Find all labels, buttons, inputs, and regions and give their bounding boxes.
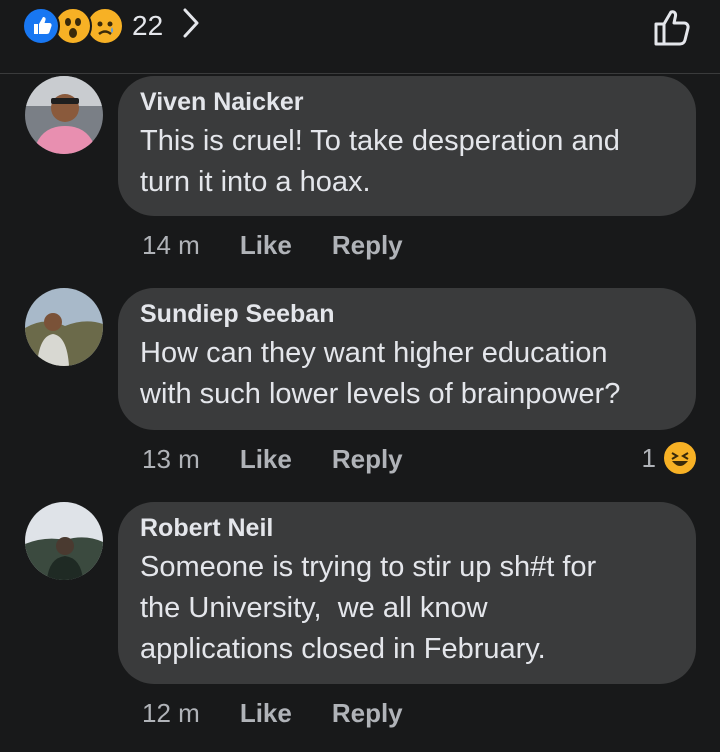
comment-actions: 13 m Like Reply [142, 444, 403, 475]
chevron-right-icon[interactable] [181, 6, 201, 45]
avatar[interactable] [25, 288, 103, 366]
reaction-count: 22 [132, 9, 164, 41]
laughing-emoji-icon [662, 440, 698, 476]
like-icon [22, 6, 60, 45]
comment-bubble: Robert Neil Someone is trying to stir up… [118, 502, 696, 684]
comment-author[interactable]: Robert Neil [140, 514, 674, 543]
comment-reaction-badge[interactable]: 1 [642, 440, 698, 476]
reaction-summary[interactable]: 22 [22, 6, 201, 45]
comment-bubble: Viven Naicker This is cruel! To take des… [118, 76, 696, 216]
comment-text: Someone is trying to stir up sh#t for th… [140, 551, 597, 665]
reply-button[interactable]: Reply [332, 230, 403, 261]
reactions-bar: 22 [0, 0, 720, 74]
like-button[interactable]: Like [240, 230, 292, 261]
comment-text: This is cruel! To take desperation and t… [140, 125, 620, 198]
thumbs-up-outline-icon [654, 10, 690, 46]
like-post-button[interactable] [652, 6, 692, 53]
comment-timestamp: 13 m [142, 444, 200, 474]
comment-actions: 12 m Like Reply [142, 698, 403, 729]
comment-author[interactable]: Viven Naicker [140, 88, 674, 117]
reply-button[interactable]: Reply [332, 444, 403, 475]
comment-timestamp: 12 m [142, 698, 200, 728]
comment-timestamp: 14 m [142, 230, 200, 260]
reply-button[interactable]: Reply [332, 698, 403, 729]
like-button[interactable]: Like [240, 698, 292, 729]
comment-bubble: Sundiep Seeban How can they want higher … [118, 288, 696, 430]
comment-actions: 14 m Like Reply [142, 230, 403, 261]
comment-text: How can they want higher education with … [140, 337, 621, 410]
like-button[interactable]: Like [240, 444, 292, 475]
avatar[interactable] [25, 76, 103, 154]
comment-reaction-count: 1 [641, 442, 656, 473]
avatar[interactable] [25, 502, 103, 580]
comment-author[interactable]: Sundiep Seeban [140, 300, 674, 329]
